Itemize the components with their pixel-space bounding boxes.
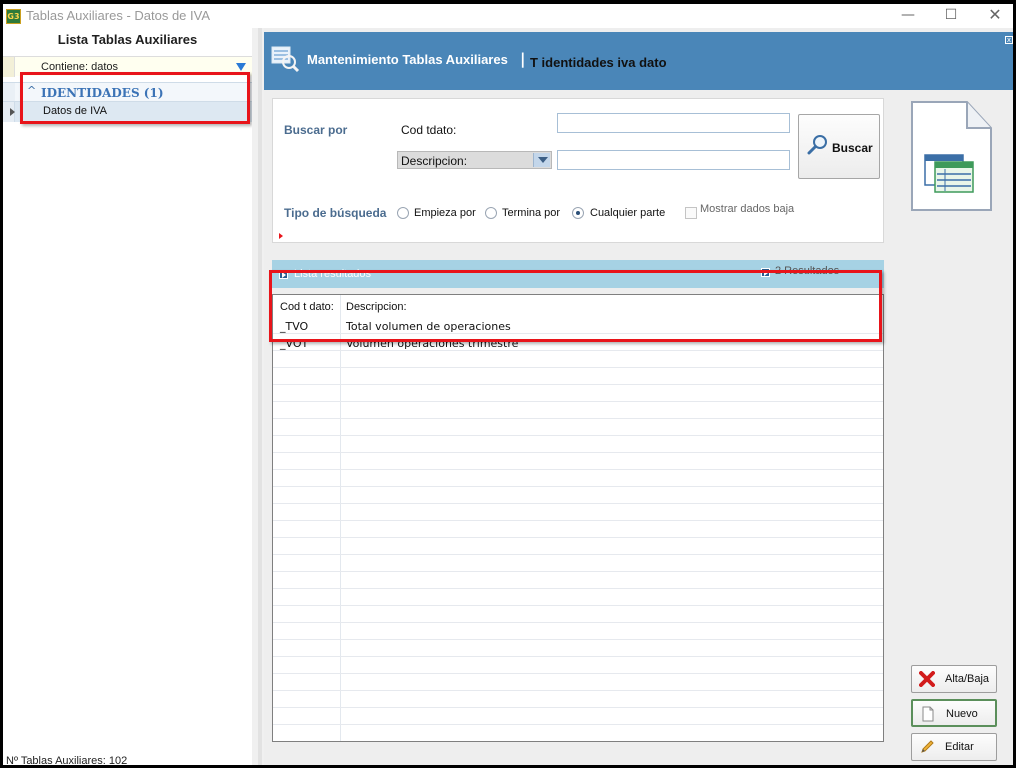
radio-empieza-por[interactable]: [397, 207, 409, 219]
magnifier-icon: [807, 135, 827, 155]
table-count-status: Nº Tablas Auxiliares: 102: [6, 755, 128, 767]
maximize-button[interactable]: ☐: [934, 7, 968, 25]
row-pointer-icon: [10, 108, 15, 116]
search-field-select[interactable]: Descripcion:: [397, 151, 552, 169]
table-row[interactable]: [273, 572, 883, 589]
close-button[interactable]: ✕: [978, 7, 1012, 25]
table-row[interactable]: [273, 385, 883, 402]
search-button-label: Buscar: [832, 141, 873, 155]
table-row[interactable]: [273, 657, 883, 674]
red-x-icon: [919, 671, 935, 687]
search-type-label: Tipo de búsqueda: [284, 206, 387, 220]
nuevo-button[interactable]: Nuevo: [911, 699, 997, 727]
left-panel: Lista Tablas Auxiliares Contiene: datos …: [3, 28, 252, 767]
table-row[interactable]: [273, 436, 883, 453]
search-by-label: Buscar por: [284, 123, 348, 137]
table-row[interactable]: [273, 538, 883, 555]
search-panel: Buscar por Cod tdato: Descripcion: Busca…: [272, 98, 884, 243]
table-row[interactable]: [273, 589, 883, 606]
radio-termina-por-label[interactable]: Termina por: [502, 207, 560, 219]
cod-tdato-label: Cod tdato:: [401, 123, 457, 137]
table-row[interactable]: [273, 419, 883, 436]
grid-rows: _TVO Total volumen de operaciones _VOT Volu…: [273, 317, 883, 725]
main-content: Mantenimiento Tablas Auxiliares | T iden…: [264, 28, 1013, 765]
nuevo-label: Nuevo: [946, 708, 978, 720]
splitter-handle[interactable]: [258, 28, 262, 765]
table-row[interactable]: [273, 402, 883, 419]
cod-tdato-input[interactable]: [557, 113, 790, 133]
module-subtitle: T identidades iva dato: [530, 55, 667, 70]
radio-empieza-por-label[interactable]: Empieza por: [414, 207, 476, 219]
table-row[interactable]: [273, 368, 883, 385]
table-row[interactable]: [273, 453, 883, 470]
radio-cualquier-parte[interactable]: [572, 207, 584, 219]
left-panel-title: Lista Tablas Auxiliares: [57, 32, 198, 47]
pencil-icon: [921, 740, 934, 753]
editar-label: Editar: [945, 741, 974, 753]
row-gutter: [3, 83, 15, 101]
search-field-selected: Descripcion:: [401, 154, 468, 168]
search-button[interactable]: Buscar: [798, 114, 880, 179]
table-row[interactable]: [273, 691, 883, 708]
filter-funnel-icon[interactable]: [236, 63, 246, 71]
radio-termina-por[interactable]: [485, 207, 497, 219]
table-row[interactable]: [273, 640, 883, 657]
row-gutter: [3, 57, 15, 77]
table-search-icon: [271, 46, 300, 73]
radio-cualquier-parte-label[interactable]: Cualquier parte: [590, 207, 665, 219]
chevron-down-icon[interactable]: [533, 153, 550, 167]
header-separator: |: [520, 50, 526, 68]
table-row[interactable]: [273, 606, 883, 623]
expand-arrow-icon[interactable]: [279, 233, 283, 239]
window-title: Tablas Auxiliares - Datos de IVA: [26, 8, 211, 23]
table-row[interactable]: [273, 470, 883, 487]
table-row[interactable]: [273, 521, 883, 538]
table-row[interactable]: [273, 555, 883, 572]
table-row[interactable]: [273, 674, 883, 691]
table-row[interactable]: [273, 487, 883, 504]
show-deleted-label[interactable]: Mostrar dados baja: [700, 203, 794, 215]
results-grid: Cod t dato: Descripcion: _TVO Total volum…: [272, 294, 884, 742]
annotation-highlight-box: [20, 72, 250, 124]
row-gutter: [3, 102, 15, 122]
table-row[interactable]: [273, 623, 883, 640]
panel-splitter[interactable]: [252, 28, 264, 765]
minimize-button[interactable]: —: [891, 7, 925, 25]
module-header: Mantenimiento Tablas Auxiliares | T iden…: [264, 32, 1013, 90]
module-title: Mantenimiento Tablas Auxiliares: [307, 52, 508, 67]
table-row[interactable]: [273, 504, 883, 521]
app-logo-icon: G3: [6, 9, 21, 24]
table-row[interactable]: [273, 351, 883, 368]
annotation-highlight-box: [269, 270, 882, 342]
new-document-icon: [922, 706, 934, 722]
alta-baja-label: Alta/Baja: [945, 673, 990, 685]
editar-button[interactable]: Editar: [911, 733, 997, 761]
show-deleted-checkbox[interactable]: [685, 207, 697, 219]
descripcion-input[interactable]: [557, 150, 790, 170]
panel-close-icon[interactable]: x: [1005, 36, 1013, 44]
title-bar: G3 Tablas Auxiliares - Datos de IVA — ☐ …: [3, 4, 1013, 28]
document-table-icon: [911, 101, 992, 211]
alta-baja-button[interactable]: Alta/Baja: [911, 665, 997, 693]
application-window: G3 Tablas Auxiliares - Datos de IVA — ☐ …: [0, 0, 1016, 768]
table-row[interactable]: [273, 708, 883, 725]
